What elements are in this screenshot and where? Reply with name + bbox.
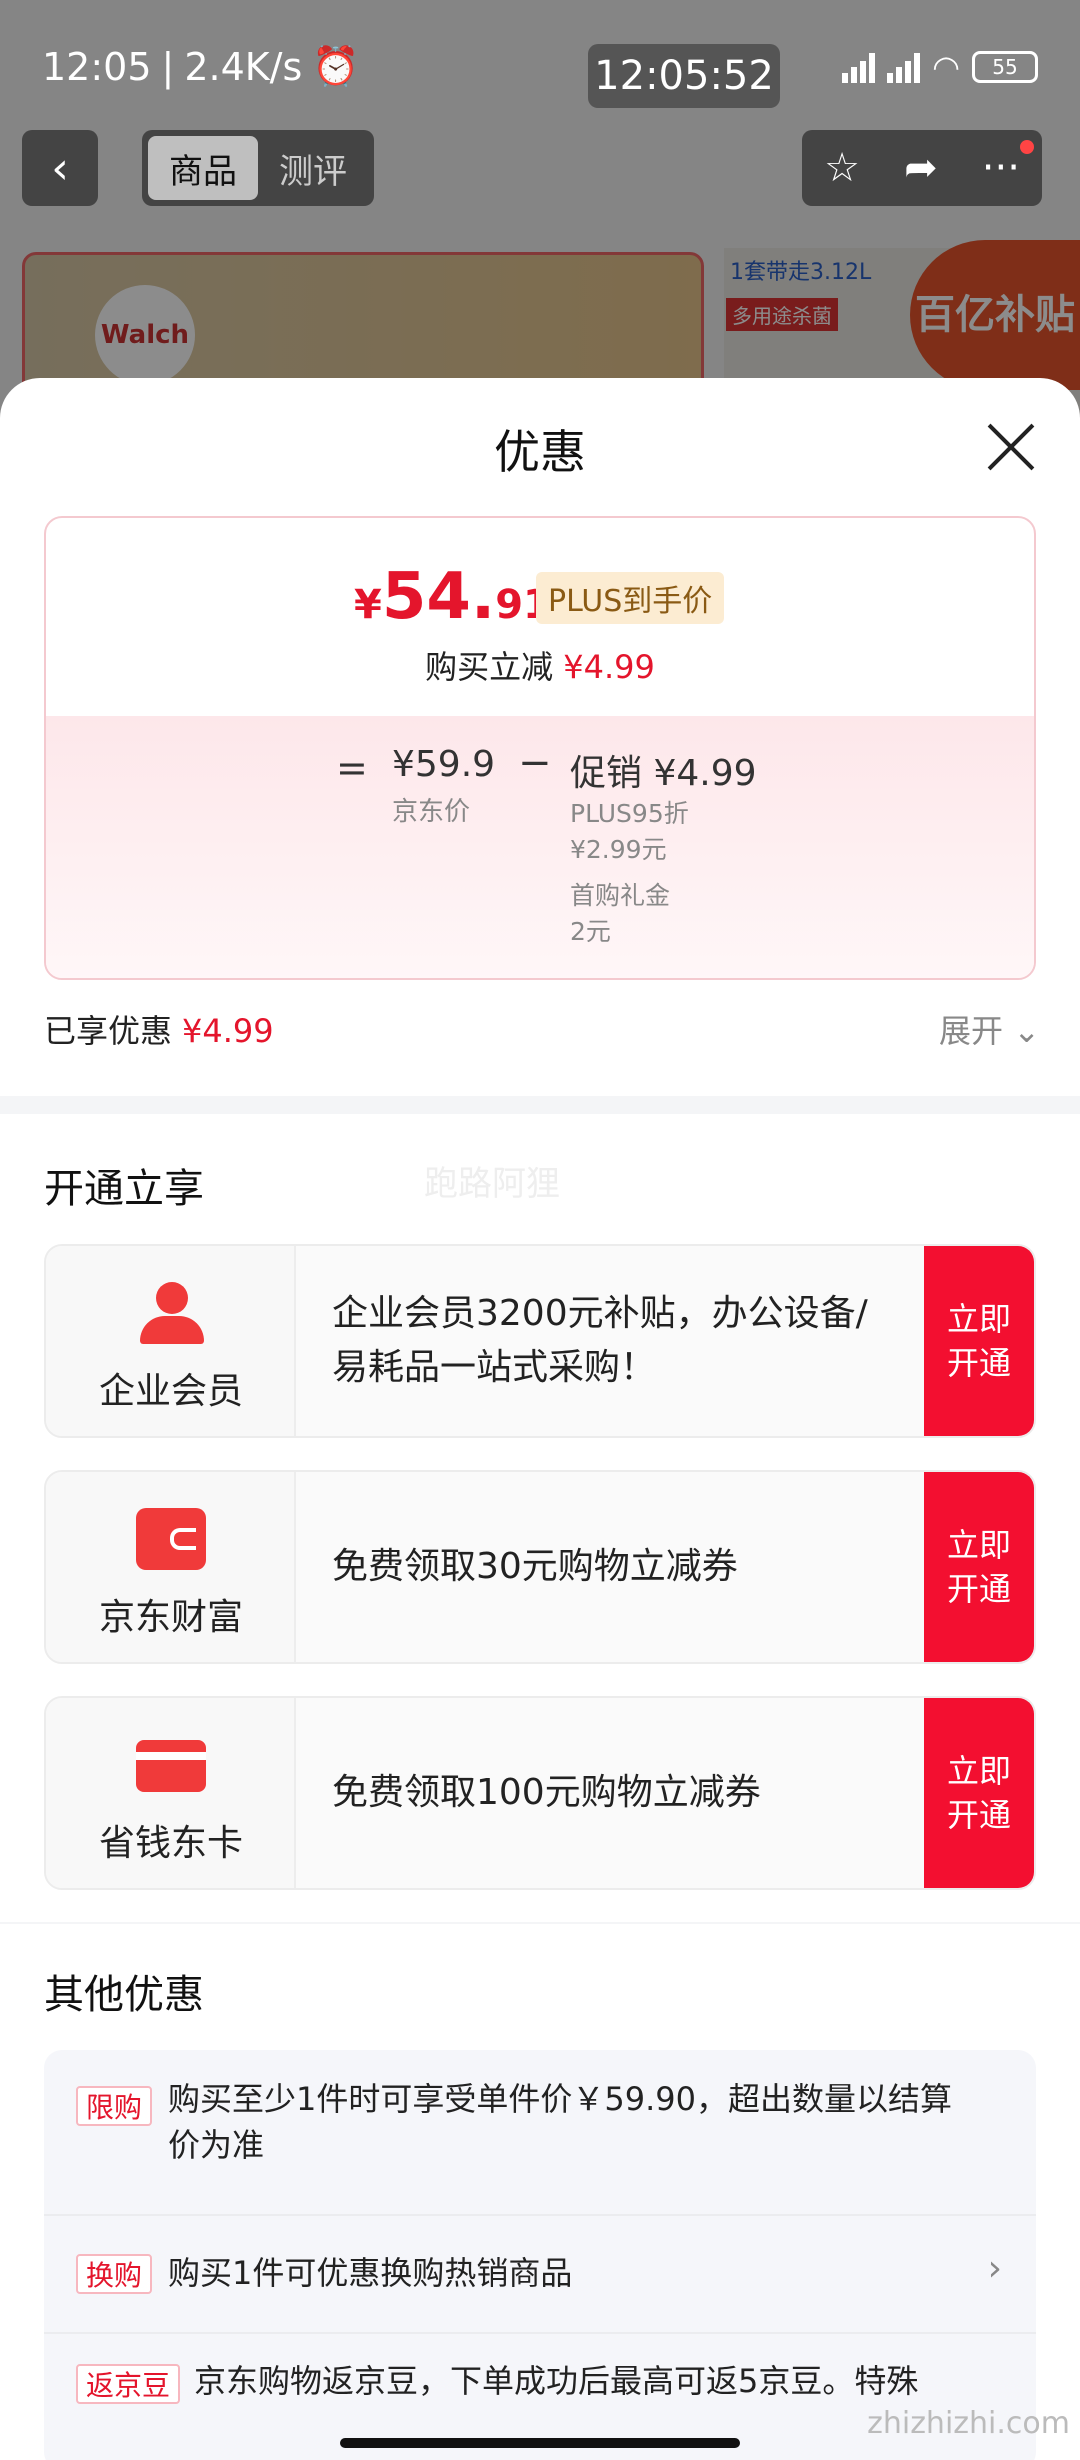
other-discounts-list: 限购 购买至少1件时可享受单件价￥59.90，超出数量以结算价为准 换购 购买1… [44,2050,1036,2460]
reduce-value: ¥4.99 [563,648,655,686]
share-icon[interactable]: ➦ [904,145,938,191]
status-left: 12:05 | 2.4K/s ⏰ [42,44,360,89]
person-icon [136,1282,206,1344]
site-watermark: zhizhizhi.com [867,2406,1070,2441]
star-icon[interactable]: ☆ [824,145,860,191]
equals-sign: = [336,746,368,790]
expand-button[interactable]: 展开 ⌄ [939,1006,1040,1052]
floating-clock: 12:05:52 [588,44,780,108]
other-section-title: 其他优惠 [44,1972,204,2018]
tab-switcher: 商品 测评 [142,130,374,206]
membership-card-saver[interactable]: 省钱东卡 免费领取100元购物立减券 立即开通 [44,1696,1036,1890]
list-item: 限购 购买至少1件时可享受单件价￥59.90，超出数量以结算价为准 [44,2050,1036,2216]
expand-label: 展开 [939,1012,1004,1050]
enjoyed-label: 已享优惠 [44,1012,173,1050]
card-name: 省钱东卡 [98,1823,243,1864]
signal-icon-2 [887,51,921,83]
promo-total: 促销 ¥4.99 [570,753,757,794]
price-symbol: ¥ [354,582,382,628]
status-divider: | [161,44,175,89]
promo-detail-2: ¥2.99元 [570,835,667,864]
battery-icon: 55 [972,51,1038,83]
list-item-text: 京东购物返京豆，下单成功后最高可返5京豆。特殊 [194,2362,919,2400]
notification-dot [1020,140,1034,154]
list-item-exchange[interactable]: 换购 购买1件可优惠换购热销商品 › [44,2216,1036,2334]
card-name: 京东财富 [98,1597,243,1638]
card-left: 企业会员 [46,1246,296,1436]
list-item-text: 购买1件可优惠换购热销商品 [168,2254,573,2292]
price-integer: 54. [381,560,496,634]
card-icon [136,1740,206,1792]
chevron-down-icon: ⌄ [1013,1012,1040,1050]
promo-detail-3: 首购礼金 [570,881,671,910]
promo-detail-1: PLUS95折 [570,799,689,828]
membership-card-enterprise[interactable]: 企业会员 企业会员3200元补贴，办公设备/易耗品一站式采购！ 立即开通 [44,1244,1036,1438]
card-desc: 企业会员3200元补贴，办公设备/易耗品一站式采购！ [332,1293,868,1388]
jd-price-col: ¥59.9 京东价 [392,744,495,828]
promo-col: 促销 ¥4.99 PLUS95折 ¥2.99元 首购礼金 2元 [570,744,757,950]
product-page-background: Walch 1套带走3.12L 多用途杀菌 百亿补贴 12:05 | 2.4K/… [0,0,1080,452]
wifi-icon: ◠ [932,48,960,86]
discount-sheet: 优惠 ¥ 54. 91 PLUS到手价 购买立减 ¥4.99 = ¥59.9 京… [0,378,1080,2460]
close-icon[interactable] [986,422,1036,472]
tab-review[interactable]: 测评 [258,136,368,200]
top-nav: ‹ 商品 测评 ☆ ➦ ··· [0,130,1080,210]
exchange-tag: 换购 [76,2254,153,2294]
price-breakdown-box: ¥ 54. 91 PLUS到手价 购买立减 ¥4.99 = ¥59.9 京东价 … [44,516,1036,980]
section-divider [0,1096,1080,1114]
final-price: ¥ 54. 91 [354,560,551,634]
open-now-button[interactable]: 立即开通 [924,1698,1034,1888]
action-group: ☆ ➦ ··· [802,130,1042,206]
section-divider-2 [0,1922,1080,1924]
more-icon[interactable]: ··· [982,145,1020,191]
card-desc: 免费领取100元购物立减券 [332,1772,761,1813]
signal-icon [842,51,876,83]
enjoyed-value: ¥4.99 [182,1012,274,1050]
status-bar: 12:05 | 2.4K/s ⏰ 12:05:52 ◠ 55 [0,0,1080,130]
card-left: 京东财富 [46,1472,296,1662]
open-now-button[interactable]: 立即开通 [924,1472,1034,1662]
jd-price: ¥59.9 [392,744,496,785]
wallet-icon [136,1508,206,1570]
sheet-title: 优惠 [494,425,586,479]
watermark: 跑路阿狸 [424,1164,560,1204]
status-time: 12:05 [42,44,152,89]
reduce-label: 购买立减 [425,648,554,686]
plus-price-tag: PLUS到手价 [536,572,725,624]
limit-tag: 限购 [76,2086,153,2126]
minus-sign: − [518,740,552,786]
beans-tag: 返京豆 [76,2364,181,2404]
alarm-icon: ⏰ [312,44,360,88]
list-item-text: 购买至少1件时可享受单件价￥59.90，超出数量以结算价为准 [168,2080,952,2164]
chevron-right-icon: › [987,2248,1002,2289]
open-section-title: 开通立享 [44,1166,204,1212]
back-button[interactable]: ‹ [22,130,98,206]
reduce-line: 购买立减 ¥4.99 [46,642,1034,688]
promo-detail-4: 2元 [570,917,611,946]
jd-price-label: 京东价 [392,797,471,827]
card-desc: 免费领取30元购物立减券 [332,1546,738,1587]
tab-product[interactable]: 商品 [148,136,258,200]
card-left: 省钱东卡 [46,1698,296,1888]
enjoyed-discount: 已享优惠 ¥4.99 [44,1006,274,1052]
open-now-button[interactable]: 立即开通 [924,1246,1034,1436]
status-right: ◠ 55 [842,48,1038,86]
membership-card-wealth[interactable]: 京东财富 免费领取30元购物立减券 立即开通 [44,1470,1036,1664]
card-name: 企业会员 [98,1371,243,1412]
screen: Walch 1套带走3.12L 多用途杀菌 百亿补贴 12:05 | 2.4K/… [0,0,1080,2460]
home-indicator[interactable] [340,2438,740,2448]
status-speed: 2.4K/s [184,44,303,89]
